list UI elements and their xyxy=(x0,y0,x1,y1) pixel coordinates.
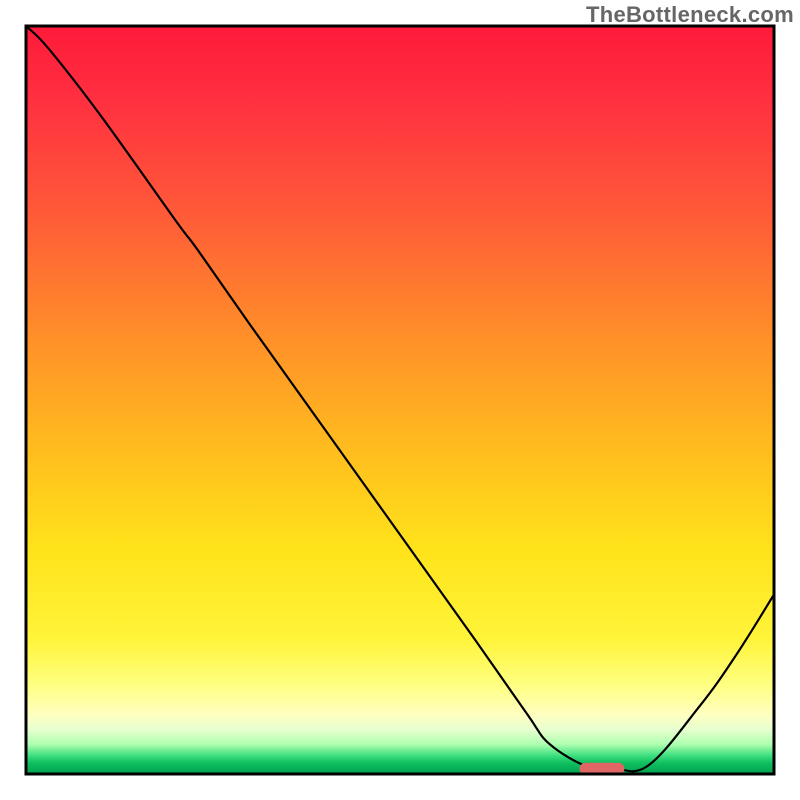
bottleneck-chart xyxy=(0,0,800,800)
plot-background-gradient xyxy=(26,26,774,774)
watermark-text: TheBottleneck.com xyxy=(586,2,794,28)
chart-container: TheBottleneck.com xyxy=(0,0,800,800)
